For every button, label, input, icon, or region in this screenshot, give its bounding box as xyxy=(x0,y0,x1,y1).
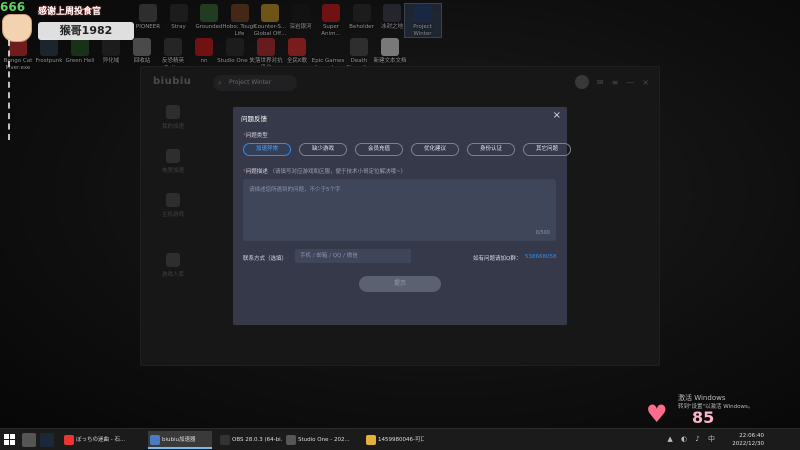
contact-input[interactable]: 手机 / 邮箱 / QQ / 微信 xyxy=(295,249,411,263)
taskbar-app-1[interactable]: biubiu加速器 xyxy=(148,431,212,449)
taskbar-app-0[interactable]: ぼっちの迷曲 - 石... xyxy=(62,431,142,449)
heart-count-value: 85 xyxy=(692,408,715,427)
dialog-title: 问题反馈 xyxy=(241,115,267,123)
qq-group-number[interactable]: 538668058 xyxy=(525,254,557,260)
description-textarea[interactable]: 请描述您所遇到的问题，不少于5个字 0/500 xyxy=(243,179,556,241)
submit-button[interactable]: 提示 xyxy=(359,276,441,292)
taskbar-app-icon xyxy=(150,435,160,445)
taskbar-app-icon xyxy=(220,435,230,445)
banner-number: 666 xyxy=(0,0,26,14)
taskbar-app-3[interactable]: Studio One - 202... xyxy=(284,431,360,449)
qq-group-label: 如有问题请加Q群： xyxy=(473,256,522,262)
clock[interactable]: 22:06:40 2022/12/30 xyxy=(732,432,764,448)
desc-label: *问题描述 （请填写对应游戏和区服，便于技术小哥定位解决哦~） xyxy=(243,169,407,175)
system-tray[interactable]: ▲ ◐ ♪ 中 xyxy=(667,434,718,444)
chip-missing-game[interactable]: 缺少游戏 xyxy=(299,143,347,156)
activate-windows-watermark: 激活 Windows 转到"设置"以激活 Windows。 xyxy=(678,394,754,410)
windows-start-icon[interactable] xyxy=(4,434,16,446)
taskbar-app-icon xyxy=(366,435,376,445)
banner-thanks: 感谢上周投食官 xyxy=(38,7,102,17)
taskbar-app-4[interactable]: 1459980046-可口... xyxy=(364,431,424,449)
taskbar-app-label: Studio One - 202... xyxy=(298,437,350,443)
heart-icon: ♥ xyxy=(646,400,668,428)
chip-identity[interactable]: 身份认证 xyxy=(467,143,515,156)
taskbar-app-label: ぼっちの迷曲 - 石... xyxy=(76,437,126,443)
search-icon[interactable] xyxy=(22,433,36,447)
streamer-banner: 666 感谢上周投食官 猴哥1982 xyxy=(0,0,175,44)
taskbar-app-icon xyxy=(286,435,296,445)
close-icon[interactable]: × xyxy=(553,110,561,121)
chip-suggestion[interactable]: 优化建议 xyxy=(411,143,459,156)
steam-icon[interactable] xyxy=(40,433,54,447)
taskbar-app-label: 1459980046-可口... xyxy=(378,437,424,443)
taskbar-app-label: biubiu加速器 xyxy=(162,437,196,443)
type-label: *问题类型 xyxy=(243,133,268,139)
chip-membership[interactable]: 会员充值 xyxy=(355,143,403,156)
char-counter: 0/500 xyxy=(535,230,550,236)
taskbar-app-icon xyxy=(64,435,74,445)
taskbar-app-2[interactable]: OBS 28.0.3 (64-bi... xyxy=(218,431,282,449)
hand-sticker-icon xyxy=(2,14,32,42)
description-placeholder: 请描述您所遇到的问题，不少于5个字 xyxy=(249,187,341,193)
feedback-dialog: 问题反馈 × *问题类型 加速异常 缺少游戏 会员充值 优化建议 身份认证 其它… xyxy=(233,107,571,325)
chip-accel-error[interactable]: 加速异常 xyxy=(243,143,291,156)
taskbar: ぼっちの迷曲 - 石... biubiu加速器 OBS 28.0.3 (64-bi.… xyxy=(0,428,800,450)
banner-name: 猴哥1982 xyxy=(38,22,134,40)
contact-label: 联系方式（选填） xyxy=(243,256,288,262)
dashed-decoration xyxy=(8,40,34,140)
chip-other[interactable]: 其它问题 xyxy=(523,143,571,156)
taskbar-app-label: OBS 28.0.3 (64-bi... xyxy=(232,437,282,443)
type-chips: 加速异常 缺少游戏 会员充值 优化建议 身份认证 其它问题 xyxy=(243,143,571,156)
